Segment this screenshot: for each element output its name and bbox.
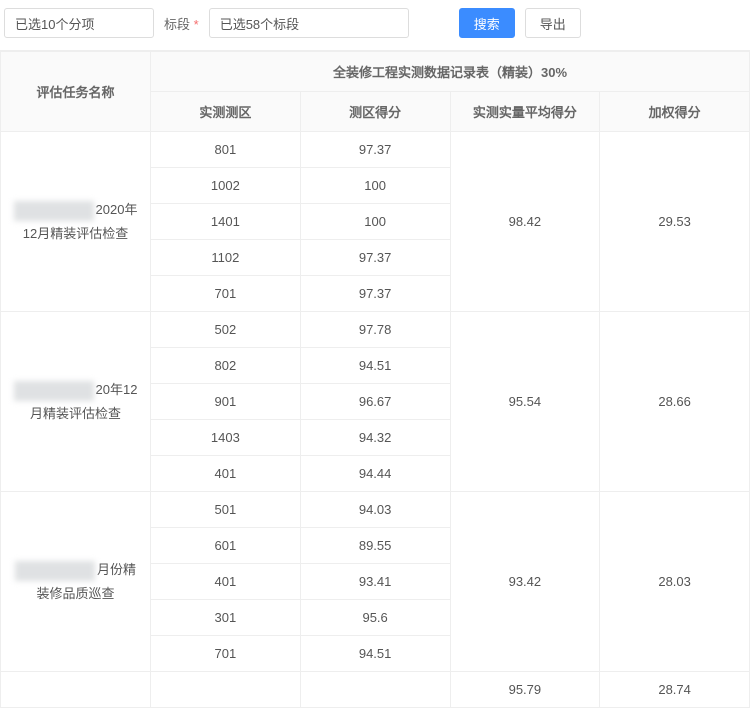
filter-bar: 已选10个分项 标段 * 已选58个标段 搜索 导出 (0, 0, 750, 50)
score-cell: 100 (300, 168, 450, 204)
zone-cell: 601 (151, 528, 301, 564)
export-button[interactable]: 导出 (525, 8, 581, 38)
header-weight: 加权得分 (600, 92, 750, 132)
redacted-text (14, 381, 94, 401)
zone-cell: 1002 (151, 168, 301, 204)
zone-cell: 701 (151, 636, 301, 672)
table-row: 2020年12月精装评估检查80197.3798.4229.53 (1, 132, 750, 168)
avg-cell: 93.42 (450, 492, 600, 672)
score-cell: 94.51 (300, 348, 450, 384)
section-label: 标段 * (164, 14, 199, 33)
score-cell: 97.37 (300, 240, 450, 276)
task-cell: 2020年12月精装评估检查 (1, 132, 151, 312)
score-cell: 94.44 (300, 456, 450, 492)
zone-cell: 701 (151, 276, 301, 312)
redacted-text (14, 201, 94, 221)
score-cell: 97.78 (300, 312, 450, 348)
weight-cell: 28.66 (600, 312, 750, 492)
score-cell: 94.32 (300, 420, 450, 456)
weight-cell: 29.53 (600, 132, 750, 312)
zone-cell: 301 (151, 600, 301, 636)
zone-cell: 401 (151, 564, 301, 600)
score-cell: 93.41 (300, 564, 450, 600)
score-cell: 89.55 (300, 528, 450, 564)
table-row: 月份精装修品质巡查50194.0393.4228.03 (1, 492, 750, 528)
score-cell: 94.51 (300, 636, 450, 672)
weight-cell: 28.03 (600, 492, 750, 672)
summary-row: 95.7928.74 (1, 672, 750, 708)
redacted-text (15, 561, 95, 581)
header-task: 评估任务名称 (1, 52, 151, 132)
footer-avg: 95.79 (450, 672, 600, 708)
zone-cell: 802 (151, 348, 301, 384)
zone-cell: 1401 (151, 204, 301, 240)
zone-cell: 801 (151, 132, 301, 168)
footer-empty (151, 672, 301, 708)
section-select[interactable]: 已选58个标段 (209, 8, 409, 38)
header-avg: 实测实量平均得分 (450, 92, 600, 132)
data-table: 评估任务名称 全装修工程实测数据记录表（精装）30% 实测测区 测区得分 实测实… (0, 50, 750, 708)
footer-weight: 28.74 (600, 672, 750, 708)
footer-empty (300, 672, 450, 708)
zone-cell: 401 (151, 456, 301, 492)
score-cell: 97.37 (300, 132, 450, 168)
score-cell: 97.37 (300, 276, 450, 312)
avg-cell: 98.42 (450, 132, 600, 312)
search-button[interactable]: 搜索 (459, 8, 515, 38)
task-cell: 20年12月精装评估检查 (1, 312, 151, 492)
score-cell: 95.6 (300, 600, 450, 636)
zone-cell: 502 (151, 312, 301, 348)
table-row: 20年12月精装评估检查50297.7895.5428.66 (1, 312, 750, 348)
score-cell: 96.67 (300, 384, 450, 420)
zone-cell: 901 (151, 384, 301, 420)
zone-cell: 1403 (151, 420, 301, 456)
header-group: 全装修工程实测数据记录表（精装）30% (151, 52, 750, 92)
avg-cell: 95.54 (450, 312, 600, 492)
category-select[interactable]: 已选10个分项 (4, 8, 154, 38)
header-score: 测区得分 (300, 92, 450, 132)
zone-cell: 501 (151, 492, 301, 528)
score-cell: 100 (300, 204, 450, 240)
header-zone: 实测测区 (151, 92, 301, 132)
task-cell: 月份精装修品质巡查 (1, 492, 151, 672)
footer-empty (1, 672, 151, 708)
score-cell: 94.03 (300, 492, 450, 528)
zone-cell: 1102 (151, 240, 301, 276)
